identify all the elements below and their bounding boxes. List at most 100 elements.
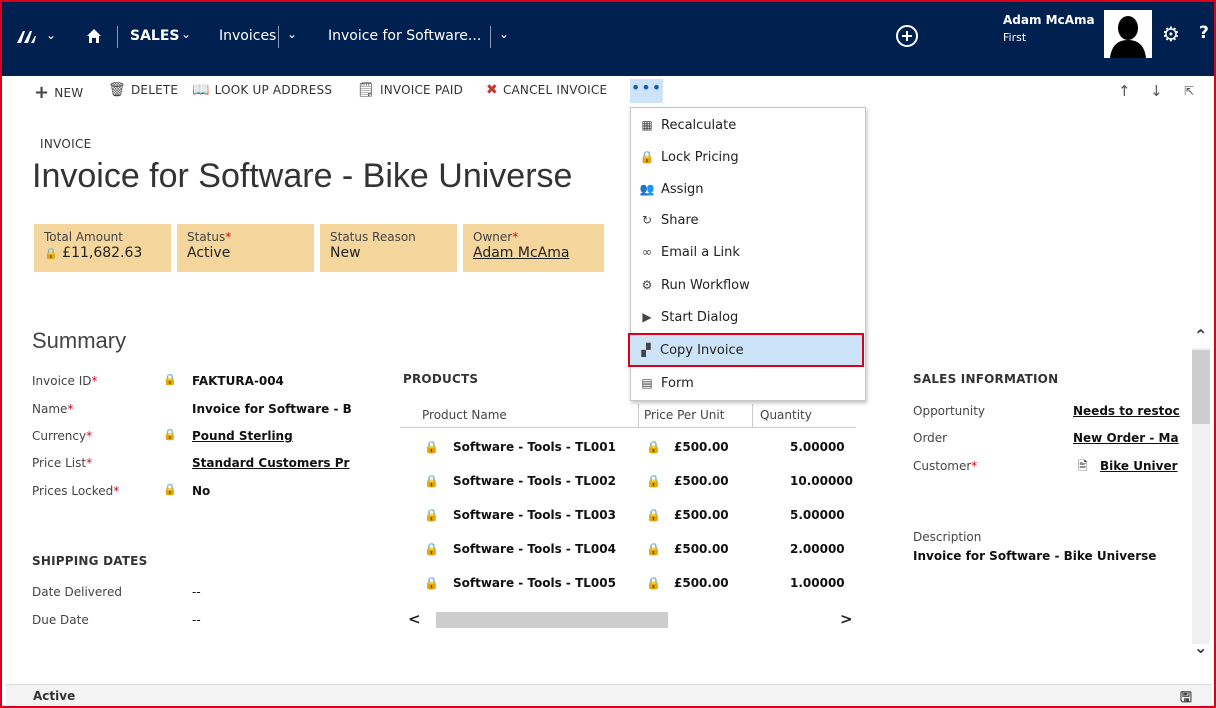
menu-item-form[interactable]: ▤ Form (631, 368, 865, 398)
next-record-arrow-icon[interactable]: ↓ (1150, 82, 1163, 100)
logo-chevron-down-icon[interactable]: ⌄ (46, 28, 56, 42)
look-up-address-label: LOOK UP ADDRESS (214, 83, 333, 97)
table-row[interactable]: 🔒 Software - Tools - TL002 🔒 £500.00 10.… (400, 464, 856, 498)
header-field-value: New (330, 245, 361, 261)
new-button[interactable]: + NEW (34, 82, 83, 103)
dynamics-logo-icon[interactable] (16, 30, 42, 44)
entity-chevron-down-icon[interactable]: ⌄ (287, 27, 297, 41)
header-field-value[interactable]: Adam McAma (473, 245, 594, 261)
field-label-description: Description (913, 530, 982, 544)
menu-item-label: Run Workflow (661, 277, 750, 293)
scrollbar-thumb[interactable] (1192, 350, 1210, 424)
lock-icon: 🔒 (424, 576, 439, 590)
nav-area-sales[interactable]: SALES (130, 28, 180, 44)
scroll-left-icon[interactable]: < (408, 610, 421, 628)
cancel-invoice-label: CANCEL INVOICE (502, 83, 608, 97)
table-row[interactable]: 🔒 Software - Tools - TL005 🔒 £500.00 1.0… (400, 566, 856, 600)
scroll-down-chevron-icon[interactable]: ⌄ (1194, 638, 1207, 657)
new-label: NEW (54, 85, 84, 100)
area-chevron-down-icon[interactable]: ⌄ (181, 27, 191, 41)
menu-item-recalculate[interactable]: ▦ Recalculate (631, 110, 865, 140)
settings-gear-icon[interactable]: ⚙ (1162, 22, 1180, 46)
products-horizontal-scrollbar[interactable]: < > (400, 610, 856, 630)
pop-out-icon[interactable]: ⇱ (1184, 84, 1194, 98)
menu-item-label: Form (661, 375, 694, 391)
scrollbar-thumb[interactable] (436, 612, 668, 628)
look-up-address-button[interactable]: 📖 LOOK UP ADDRESS (192, 82, 332, 98)
cell-price: £500.00 (674, 440, 729, 454)
page-vertical-scrollbar[interactable]: ⌃ ⌄ (1190, 326, 1212, 666)
menu-item-label: Assign (661, 181, 704, 197)
menu-item-email-a-link[interactable]: ∞ Email a Link (631, 237, 865, 267)
field-value-opportunity[interactable]: Needs to restoc (1073, 404, 1181, 418)
lock-icon: 🔒 (163, 373, 177, 386)
lock-icon: 🔒 (646, 440, 661, 454)
header-field-status-reason[interactable]: Status Reason New (320, 224, 457, 272)
field-value-order[interactable]: New Order - Ma (1073, 431, 1181, 445)
menu-item-copy-invoice[interactable]: ▞ Copy Invoice (628, 333, 864, 367)
trash-icon: 🗑 (108, 82, 126, 98)
invoice-paid-icon: 🗒 (357, 82, 375, 98)
column-header-product-name[interactable]: Product Name (422, 408, 507, 422)
column-header-price-per-unit[interactable]: Price Per Unit (644, 408, 724, 422)
cell-price: £500.00 (674, 576, 729, 590)
window-frame (0, 0, 1216, 708)
field-value-date-delivered[interactable]: -- (192, 585, 201, 599)
menu-item-assign[interactable]: 👥 Assign (631, 174, 865, 204)
avatar[interactable] (1104, 10, 1152, 58)
frame-top-edge (0, 0, 1216, 2)
header-field-owner[interactable]: Owner* Adam McAma (463, 224, 604, 272)
field-value-currency[interactable]: Pound Sterling (192, 429, 293, 443)
delete-label: DELETE (130, 83, 179, 97)
record-chevron-down-icon[interactable]: ⌄ (499, 27, 509, 41)
cell-price: £500.00 (674, 542, 729, 556)
copy-invoice-icon: ▞ (641, 343, 651, 357)
user-name[interactable]: Adam McAma (1003, 13, 1095, 27)
cell-product-name: Software - Tools - TL002 (453, 474, 616, 488)
scroll-up-chevron-icon[interactable]: ⌃ (1194, 326, 1207, 345)
header-field-status[interactable]: Status* Active (177, 224, 314, 272)
field-value-name[interactable]: Invoice for Software - B (192, 402, 352, 416)
column-header-quantity[interactable]: Quantity (760, 408, 812, 422)
menu-item-run-workflow[interactable]: ⚙ Run Workflow (631, 270, 865, 300)
menu-item-start-dialog[interactable]: ▶ Start Dialog (631, 302, 865, 332)
menu-item-label: Lock Pricing (661, 149, 739, 165)
home-icon[interactable] (86, 28, 102, 44)
create-plus-icon[interactable] (896, 25, 918, 47)
lock-icon: 🔒 (424, 474, 439, 488)
save-icon[interactable]: 🖫 (1180, 687, 1192, 708)
lock-icon: 🔒 (646, 474, 661, 488)
menu-item-share[interactable]: ↻ Share (631, 205, 865, 235)
nav-separator (490, 26, 491, 48)
section-title-products: PRODUCTS (403, 372, 479, 386)
table-row[interactable]: 🔒 Software - Tools - TL003 🔒 £500.00 5.0… (400, 498, 856, 532)
lock-icon: 🔒 (424, 542, 439, 556)
nav-record-name[interactable]: Invoice for Software... (328, 28, 481, 44)
table-row[interactable]: 🔒 Software - Tools - TL001 🔒 £500.00 5.0… (400, 430, 856, 464)
more-commands-button[interactable]: ••• (630, 79, 663, 103)
nav-separator (278, 26, 279, 48)
menu-item-lock-pricing[interactable]: 🔒 Lock Pricing (631, 142, 865, 172)
menu-item-label: Email a Link (661, 244, 740, 260)
field-label-due-date: Due Date (32, 613, 89, 627)
lock-icon: 🔒 (646, 542, 661, 556)
table-row[interactable]: 🔒 Software - Tools - TL004 🔒 £500.00 2.0… (400, 532, 856, 566)
field-label-invoice-id: Invoice ID* (32, 374, 98, 388)
delete-button[interactable]: 🗑 DELETE (108, 82, 178, 98)
calculator-icon: ▦ (641, 118, 653, 132)
field-value-due-date[interactable]: -- (192, 613, 201, 627)
cancel-invoice-button[interactable]: ✖ CANCEL INVOICE (486, 82, 607, 98)
invoice-paid-button[interactable]: 🗒 INVOICE PAID (357, 82, 463, 98)
field-value-prices-locked[interactable]: No (192, 484, 210, 498)
field-value-customer[interactable]: Bike Univer (1100, 459, 1181, 473)
cell-product-name: Software - Tools - TL005 (453, 576, 616, 590)
previous-record-arrow-icon[interactable]: ↑ (1118, 82, 1131, 100)
cell-quantity: 5.00000 (790, 508, 845, 522)
field-value-description[interactable]: Invoice for Software - Bike Universe (913, 549, 1156, 563)
help-icon[interactable]: ? (1199, 23, 1209, 43)
nav-entity-invoices[interactable]: Invoices (219, 28, 276, 44)
field-value-price-list[interactable]: Standard Customers Pr (192, 456, 352, 470)
header-field-value: 🔒 £11,682.63 (44, 245, 161, 261)
scroll-right-icon[interactable]: > (840, 610, 853, 628)
user-organization[interactable]: First (1003, 31, 1026, 44)
